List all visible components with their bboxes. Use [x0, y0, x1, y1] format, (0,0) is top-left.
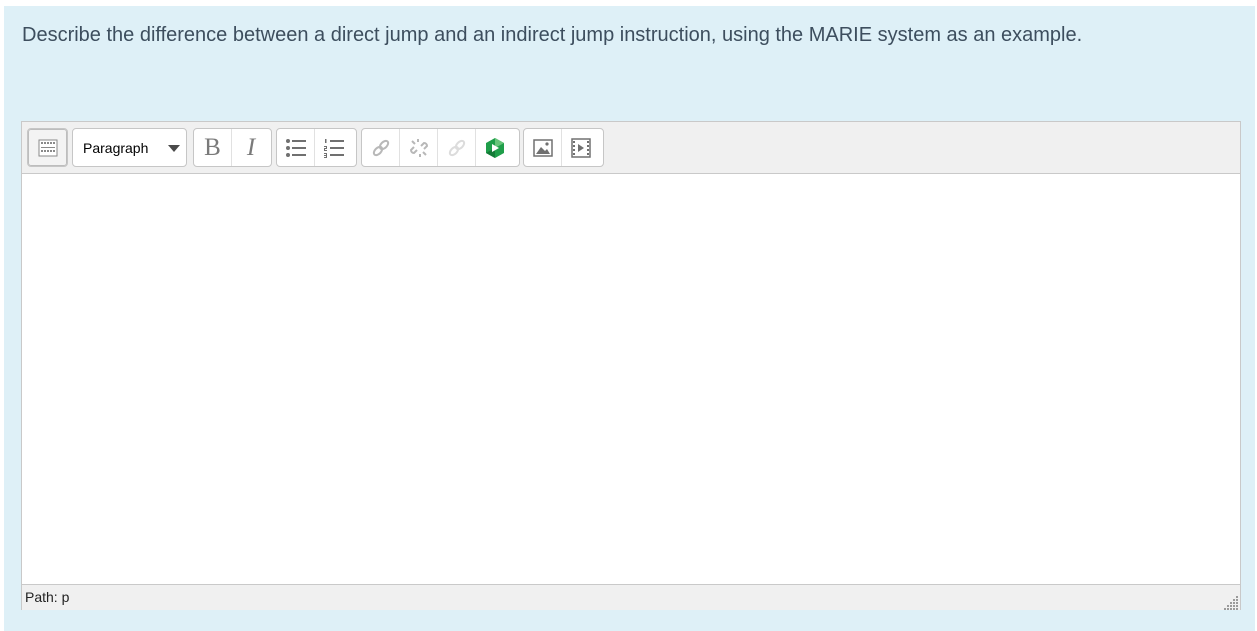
toolbar-toggle-group — [27, 128, 68, 167]
record-button[interactable] — [476, 129, 514, 166]
question-text: Describe the difference between a direct… — [22, 24, 1083, 46]
link-icon — [372, 139, 389, 156]
bold-button[interactable]: B — [194, 129, 232, 166]
unordered-list-icon — [285, 138, 306, 157]
bold-icon: B — [204, 133, 221, 161]
toolbar-toggle-icon — [38, 139, 57, 156]
italic-button[interactable]: I — [232, 129, 270, 166]
editor-toolbar: Paragraph B I — [22, 122, 1240, 174]
rich-text-editor: Paragraph B I Path: p — [21, 121, 1241, 610]
editor-content-area[interactable] — [22, 174, 1240, 584]
media-icon — [571, 137, 591, 158]
link-group — [361, 128, 520, 167]
resize-handle-icon[interactable] — [1222, 594, 1240, 610]
anchor-button[interactable] — [438, 129, 476, 166]
element-path: Path: p — [25, 589, 70, 605]
insert-image-button[interactable] — [524, 129, 562, 166]
insert-media-button[interactable] — [562, 129, 600, 166]
ordered-list-icon — [324, 138, 344, 158]
list-group — [276, 128, 357, 167]
paragraph-format-label: Paragraph — [83, 140, 149, 156]
image-icon — [532, 138, 553, 157]
link-button[interactable] — [362, 129, 400, 166]
media-group — [523, 128, 604, 167]
unordered-list-button[interactable] — [277, 129, 315, 166]
unlink-button[interactable] — [400, 129, 438, 166]
editor-statusbar: Path: p — [22, 584, 1240, 610]
anchor-icon — [448, 139, 465, 156]
recording-icon — [486, 137, 504, 158]
ordered-list-button[interactable] — [315, 129, 353, 166]
unlink-icon — [409, 138, 428, 157]
paragraph-format-select[interactable]: Paragraph — [72, 128, 187, 167]
toolbar-toggle-button[interactable] — [28, 129, 67, 166]
chevron-down-icon — [168, 145, 180, 152]
italic-icon: I — [246, 133, 256, 161]
question-panel: Describe the difference between a direct… — [4, 6, 1255, 631]
text-style-group: B I — [193, 128, 272, 167]
